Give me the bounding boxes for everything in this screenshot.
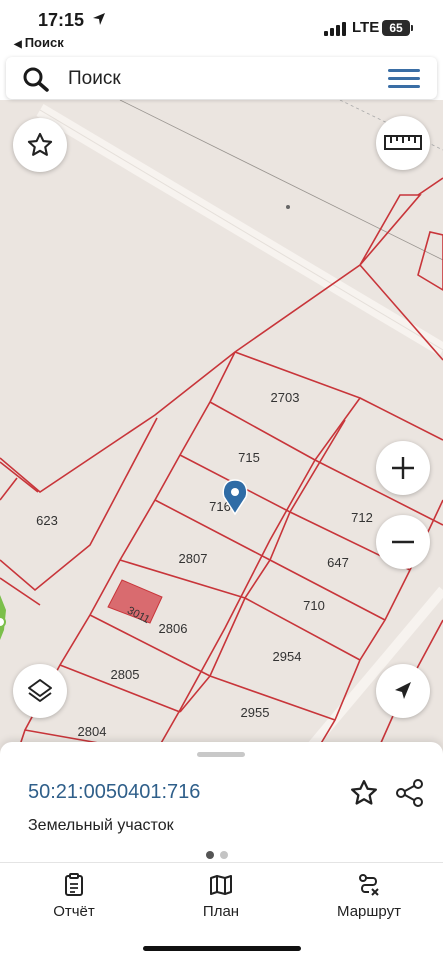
location-arrow-icon bbox=[93, 13, 105, 25]
back-to-search-link[interactable]: ◀ Поиск bbox=[14, 35, 64, 50]
my-location-button[interactable] bbox=[376, 664, 430, 718]
parcel-label[interactable]: 2807 bbox=[179, 551, 208, 566]
tab-route-label: Маршрут bbox=[337, 903, 401, 920]
share-icon[interactable] bbox=[395, 778, 425, 808]
ruler-icon bbox=[384, 135, 422, 150]
cadastral-number[interactable]: 50:21:0050401:716 bbox=[28, 781, 200, 804]
search-icon bbox=[23, 67, 49, 92]
plus-icon bbox=[392, 457, 414, 479]
route-icon bbox=[359, 874, 379, 896]
status-bar: 17:15 ◀ Поиск LTE 65 bbox=[0, 0, 443, 56]
report-icon bbox=[65, 873, 83, 896]
parcel-label[interactable]: 710 bbox=[303, 598, 325, 613]
battery-indicator: 65 bbox=[382, 20, 413, 36]
cellular-signal-icon bbox=[324, 22, 346, 36]
menu-icon[interactable] bbox=[388, 69, 420, 89]
tab-plan[interactable]: План bbox=[161, 873, 281, 921]
network-type: LTE bbox=[352, 19, 380, 36]
green-marker-icon bbox=[0, 616, 6, 628]
parcel-label[interactable]: 2804 bbox=[78, 724, 107, 739]
cadastral-map[interactable]: 2703 715 716 712 623 2807 647 710 2806 2… bbox=[0, 100, 443, 760]
star-icon bbox=[27, 132, 53, 156]
sheet-drag-handle[interactable] bbox=[197, 752, 245, 757]
page-dot bbox=[220, 851, 228, 859]
parcel-label[interactable]: 623 bbox=[36, 513, 58, 528]
tab-plan-label: План bbox=[202, 903, 240, 920]
parcel-label[interactable]: 2703 bbox=[271, 390, 300, 405]
parcel-label[interactable]: 2806 bbox=[159, 621, 188, 636]
navigation-arrow-icon bbox=[395, 682, 411, 699]
search-input[interactable] bbox=[66, 65, 370, 93]
parcel-info-sheet[interactable]: 50:21:0050401:716 Земельный участок bbox=[0, 742, 443, 862]
layers-icon bbox=[28, 679, 52, 702]
back-triangle-icon: ◀ bbox=[14, 39, 22, 50]
map-plan-icon bbox=[210, 875, 232, 895]
home-indicator bbox=[143, 946, 301, 951]
layers-button[interactable] bbox=[13, 664, 67, 718]
favorite-star-icon[interactable] bbox=[349, 778, 379, 808]
parcel-label[interactable]: 2954 bbox=[273, 649, 302, 664]
parcel-label[interactable]: 2805 bbox=[111, 667, 140, 682]
parcel-label[interactable]: 647 bbox=[327, 555, 349, 570]
back-link-label: Поиск bbox=[24, 35, 64, 50]
parcel-label[interactable]: 2955 bbox=[241, 705, 270, 720]
minus-icon bbox=[392, 540, 414, 544]
status-time: 17:15 bbox=[38, 10, 85, 30]
ruler-button[interactable] bbox=[376, 116, 430, 170]
zoom-out-button[interactable] bbox=[376, 515, 430, 569]
parcel-label[interactable]: 715 bbox=[238, 450, 260, 465]
tab-route[interactable]: Маршрут bbox=[309, 873, 429, 921]
tab-report[interactable]: Отчёт bbox=[14, 873, 134, 921]
parcel-label[interactable]: 712 bbox=[351, 510, 373, 525]
tab-report-label: Отчёт bbox=[53, 903, 95, 920]
parcel-type: Земельный участок bbox=[28, 817, 174, 834]
page-dot-active bbox=[206, 851, 214, 859]
search-bar[interactable] bbox=[6, 57, 437, 99]
zoom-in-button[interactable] bbox=[376, 441, 430, 495]
favorites-button[interactable] bbox=[13, 118, 67, 172]
